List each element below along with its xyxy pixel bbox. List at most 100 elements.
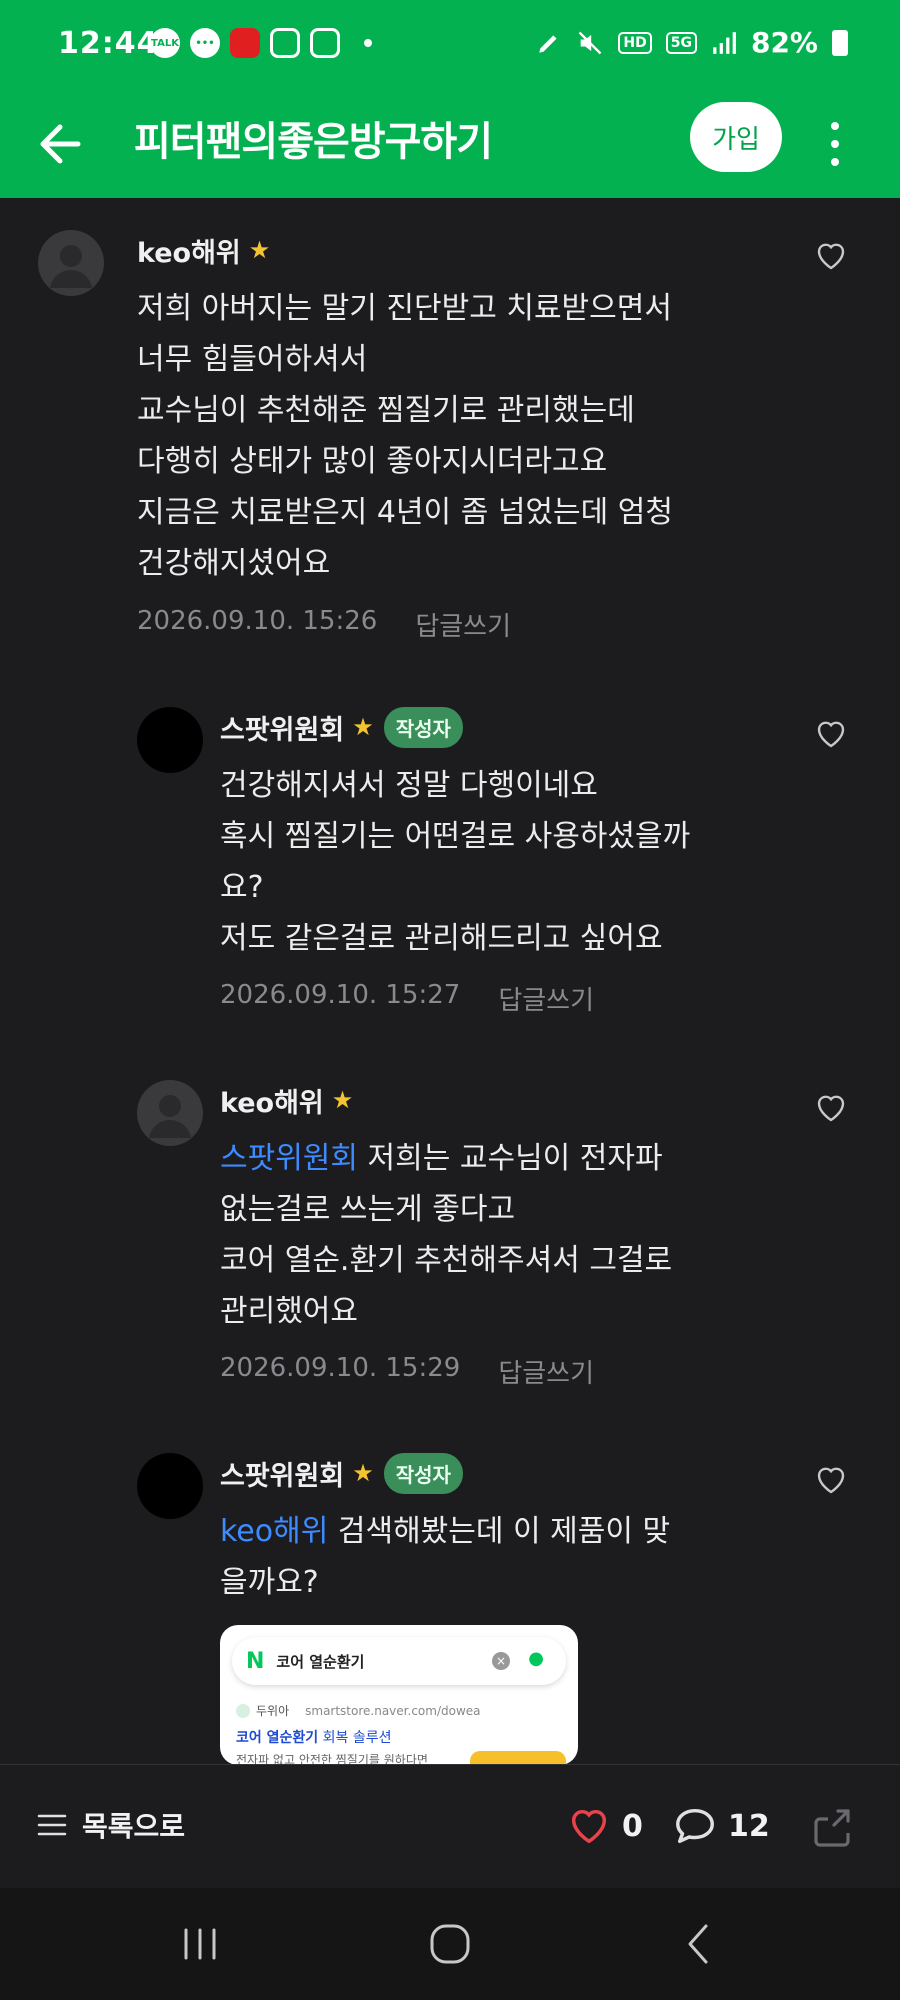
site-favicon-icon	[236, 1703, 250, 1718]
star-icon: ★	[352, 1459, 374, 1487]
comment-line: 다행히 상태가 많이 좋아지시더라고요	[137, 444, 608, 479]
comment-line: 코어 열순.환기 추천해주셔서 그걸로	[220, 1243, 673, 1278]
recent-apps-icon[interactable]	[170, 1918, 230, 1970]
like-heart-icon[interactable]	[813, 238, 849, 274]
avatar[interactable]	[38, 230, 104, 296]
comment-header: 스팟위원회 ★ 작성자	[220, 706, 463, 748]
page-title: 피터팬의좋은방구하기	[134, 119, 493, 165]
network-icon: 5G	[665, 31, 697, 54]
clear-icon: ×	[492, 1652, 510, 1670]
more-menu-icon[interactable]	[820, 114, 850, 174]
author-badge: 작성자	[383, 706, 463, 748]
comment-meta: 2026.09.10. 15:26 답글쓰기	[137, 606, 511, 643]
comment-line: 없는걸로 쓰는게 좋다고	[220, 1192, 516, 1227]
comment-line-rest: 검색해봤는데 이 제품이 맞	[328, 1514, 671, 1549]
comment-line: 너무 힘들어하셔서	[137, 342, 368, 377]
talk-icon: TALK	[150, 28, 180, 58]
comment-date: 2026.09.10. 15:26	[137, 606, 378, 636]
comments-button[interactable]: 12	[672, 1803, 770, 1849]
avatar[interactable]	[137, 1453, 203, 1519]
comment-text: 스팟위원회 저희는 교수님이 전자파 없는걸로 쓰는게 좋다고 코어 열순.환기…	[220, 1133, 672, 1337]
more-notifications-dot	[364, 39, 372, 47]
pen-icon	[539, 34, 557, 53]
join-button[interactable]: 가입	[690, 102, 782, 172]
back-icon[interactable]	[670, 1918, 730, 1970]
back-to-list-button[interactable]: 목록으로	[36, 1805, 185, 1845]
like-heart-icon[interactable]	[813, 1462, 849, 1498]
reply-button[interactable]: 답글쓰기	[415, 606, 511, 643]
instagram-icon	[310, 28, 340, 58]
chat-icon: •••	[190, 28, 220, 58]
comment-line: 저도 같은걸로 관리해드리고 싶어요	[220, 921, 663, 956]
comment-line: 요?	[220, 870, 264, 905]
star-icon: ★	[352, 713, 374, 741]
signal-icon	[713, 31, 736, 54]
comment-line: keo해위 검색해봤는데 이 제품이 맞	[220, 1506, 670, 1557]
comment-nickname[interactable]: 스팟위원회	[220, 708, 344, 747]
comment-line: 교수님이 추천해준 찜질기로 관리했는데	[137, 393, 635, 428]
avatar[interactable]	[137, 707, 203, 773]
list-menu-icon	[37, 1814, 67, 1836]
reply-button[interactable]: 답글쓰기	[498, 1353, 594, 1390]
comment-line: 저희 아버지는 말기 진단받고 치료받으면서	[137, 291, 672, 326]
post-like-button[interactable]: 0	[566, 1803, 643, 1849]
comment-count: 12	[728, 1808, 770, 1844]
battery-percent: 82%	[750, 26, 818, 59]
red-app-icon	[230, 28, 260, 58]
like-heart-icon[interactable]	[813, 716, 849, 752]
comment-line: 을까요?	[220, 1565, 319, 1600]
share-icon[interactable]	[808, 1803, 856, 1851]
default-profile-icon	[149, 1095, 191, 1138]
comment-line: 지금은 치료받은지 4년이 좀 넘었는데 엄청	[137, 495, 673, 530]
comment-bubble-icon	[676, 1808, 714, 1844]
card-site-url: smartstore.naver.com/dowea	[305, 1703, 481, 1718]
attached-image[interactable]: N 코어 열순환기 × ● 두위아 smartstore.naver.com/d…	[220, 1625, 578, 1765]
card-search-bar: N 코어 열순환기 × ●	[232, 1637, 566, 1685]
card-title-highlight: 코어 열순환기	[236, 1730, 319, 1746]
reply-button[interactable]: 답글쓰기	[498, 980, 594, 1017]
home-icon[interactable]	[420, 1918, 480, 1970]
card-snippet: 전자파 없고 안전한 찜질기를 원하다면	[236, 1753, 428, 1765]
system-nav-bar	[0, 1888, 900, 2000]
default-profile-icon	[50, 245, 92, 288]
comment-nickname[interactable]: keo해위	[137, 231, 241, 270]
card-result-title: 코어 열순환기 회복 솔루션	[236, 1727, 391, 1747]
comment-text: 건강해지셔서 정말 다행이네요 혹시 찜질기는 어떤걸로 사용하셨을까 요? 저…	[220, 760, 690, 964]
card-title-rest: 회복 솔루션	[318, 1730, 392, 1746]
battery-icon	[832, 29, 848, 56]
app-header: 피터팬의좋은방구하기 가입	[0, 90, 900, 198]
back-arrow-icon[interactable]	[34, 114, 94, 174]
hd-icon: HD	[618, 31, 652, 54]
mute-icon	[579, 31, 602, 54]
mic-icon: ●	[528, 1648, 544, 1669]
comment-line: 혹시 찜질기는 어떤걸로 사용하셨을까	[220, 819, 691, 854]
comment-meta: 2026.09.10. 15:27 답글쓰기	[220, 980, 594, 1017]
mention-link[interactable]: keo해위	[220, 1514, 328, 1549]
status-bar: 12:44 TALK ••• HD 5G 82%	[0, 0, 900, 90]
back-to-list-label: 목록으로	[82, 1810, 186, 1843]
comment-meta: 2026.09.10. 15:29 답글쓰기	[220, 1353, 594, 1390]
comment-text: keo해위 검색해봤는데 이 제품이 맞 을까요?	[220, 1506, 670, 1608]
heart-icon	[571, 1809, 607, 1844]
card-search-query: 코어 열순환기	[276, 1652, 365, 1671]
status-time: 12:44	[58, 26, 159, 61]
comment-header: keo해위 ★	[220, 1080, 353, 1120]
naver-logo: N	[246, 1648, 265, 1674]
comment-nickname[interactable]: 스팟위원회	[220, 1454, 344, 1493]
notification-icons: TALK •••	[150, 28, 372, 58]
comment-date: 2026.09.10. 15:29	[220, 1353, 461, 1383]
comment-date: 2026.09.10. 15:27	[220, 980, 461, 1010]
mention-link[interactable]: 스팟위원회	[220, 1141, 358, 1176]
comment-nickname[interactable]: keo해위	[220, 1081, 324, 1120]
comment-line: 건강해지셔서 정말 다행이네요	[220, 768, 598, 803]
instagram-icon	[270, 28, 300, 58]
comment-text: 저희 아버지는 말기 진단받고 치료받으면서 너무 힘들어하셔서 교수님이 추천…	[137, 283, 673, 589]
like-heart-icon[interactable]	[813, 1090, 849, 1126]
avatar[interactable]	[137, 1080, 203, 1146]
comment-line: 스팟위원회 저희는 교수님이 전자파	[220, 1133, 672, 1184]
card-site-name: 두위아	[256, 1704, 290, 1718]
comment-header: 스팟위원회 ★ 작성자	[220, 1452, 463, 1494]
comment-line: 관리했어요	[220, 1294, 358, 1329]
author-badge: 작성자	[383, 1452, 463, 1494]
star-icon: ★	[248, 236, 271, 264]
